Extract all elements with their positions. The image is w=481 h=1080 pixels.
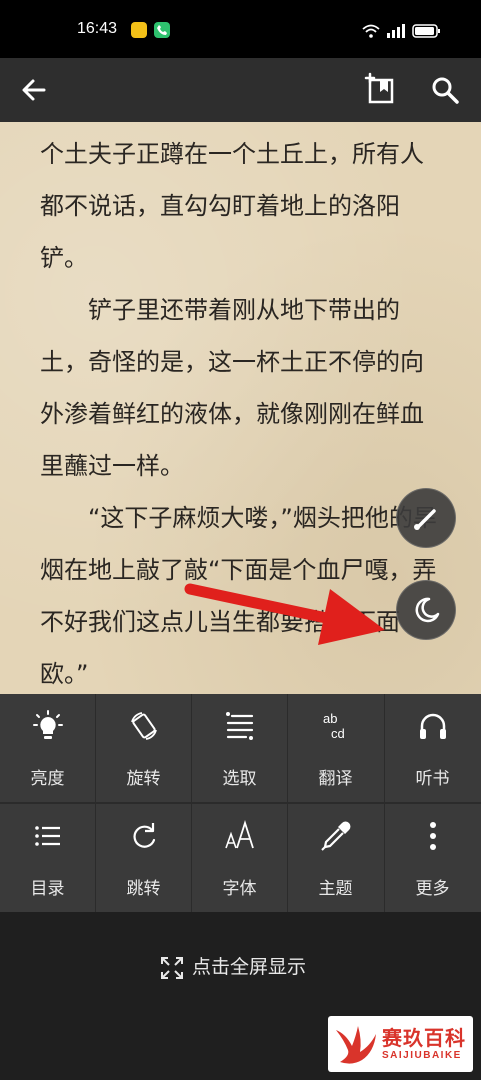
redo-icon [133, 823, 156, 848]
menu-label: 听书 [415, 769, 450, 789]
fullscreen-label: 点击全屏显示 [192, 956, 307, 978]
bulb-icon [33, 710, 63, 739]
status-time: 16:43 [77, 20, 118, 37]
night-mode-button[interactable] [396, 580, 456, 640]
reader-toolbar [0, 58, 481, 122]
add-bookmark-button[interactable] [362, 72, 398, 108]
brush-icon [414, 509, 436, 530]
moon-icon [415, 597, 440, 623]
menu-label: 亮度 [30, 769, 65, 789]
text-paragraph: 铲子里还带着刚从地下带出的土，奇怪的是，这一杯土正不停的向外渗着鲜红的液体，就像… [40, 296, 424, 480]
expand-icon [161, 957, 183, 979]
menu-jump[interactable]: 跳转 [96, 804, 191, 912]
text-paragraph: 个土夫子正蹲在一个土丘上，所有人都不说话，直勾勾盯着地上的洛阳铲。 [40, 140, 424, 272]
signal-icon [387, 24, 405, 38]
battery-icon [412, 24, 440, 38]
search-button[interactable] [427, 72, 463, 108]
menu-label: 旋转 [126, 769, 161, 789]
menu-translate[interactable]: ab cd 翻译 [288, 694, 383, 802]
status-bar: 16:43 [0, 0, 481, 58]
menu-label: 选取 [222, 769, 257, 789]
search-icon [432, 77, 459, 104]
menu-label: 目录 [30, 879, 65, 899]
menu-listen[interactable]: 听书 [385, 694, 481, 802]
menu-select[interactable]: 选取 [192, 694, 287, 802]
fish-tail-logo-icon [336, 1026, 376, 1064]
red-arrow-annotation [184, 583, 385, 645]
select-text-icon [226, 712, 254, 740]
headphones-icon [420, 713, 446, 739]
menu-more[interactable]: 更多 [385, 804, 481, 912]
watermark: 赛玖百科 SAIJIUBAIKE [328, 1016, 473, 1072]
more-vertical-icon [430, 822, 436, 850]
dropper-icon [321, 821, 351, 851]
menu-brightness[interactable]: 亮度 [0, 694, 95, 802]
wifi-icon [362, 24, 380, 38]
menu-theme[interactable]: 主题 [288, 804, 383, 912]
menu-label: 更多 [415, 879, 450, 899]
menu-label: 主题 [318, 879, 353, 899]
app-notification-icon [131, 22, 147, 38]
menu-rotate[interactable]: 旋转 [96, 694, 191, 802]
menu-font[interactable]: 字体 [192, 804, 287, 912]
brush-button[interactable] [396, 488, 456, 548]
add-bookmark-icon [364, 72, 394, 104]
menu-label: 跳转 [126, 879, 161, 899]
grid-divider [0, 802, 481, 804]
menu-label: 翻译 [318, 769, 353, 789]
watermark-subtitle: SAIJIUBAIKE [382, 1050, 462, 1061]
phone-notification-icon [154, 22, 170, 38]
system-icons [361, 22, 443, 40]
svg-text:cd: cd [331, 726, 345, 741]
reader-menu: 亮度 旋转 选取 ab cd 翻译 听书 目录 跳转 字体 主题 更多 [0, 694, 481, 912]
translate-icon: ab cd [323, 711, 345, 741]
watermark-title: 赛玖百科 [382, 1026, 466, 1050]
menu-label: 字体 [222, 879, 257, 899]
font-icon [225, 820, 254, 849]
list-icon [35, 826, 60, 846]
arrow-left-icon [22, 79, 46, 101]
rotate-icon [131, 712, 157, 740]
back-button[interactable] [16, 72, 52, 108]
menu-contents[interactable]: 目录 [0, 804, 95, 912]
svg-text:ab: ab [323, 711, 337, 726]
